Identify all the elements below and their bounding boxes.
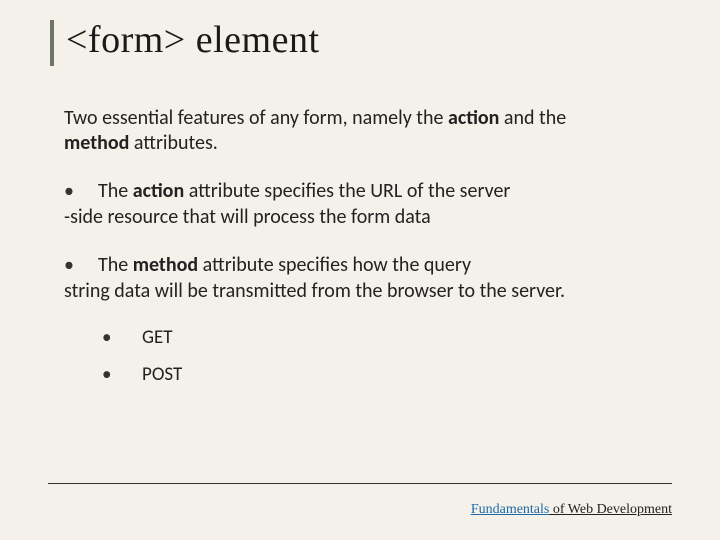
text: string data will be transmitted from the… <box>64 278 604 304</box>
text: The action attribute specifies the URL o… <box>98 178 510 204</box>
sub-item-get: • GET <box>102 326 672 349</box>
title-accent-bar: <form> element <box>64 18 672 62</box>
bold-method: method <box>64 131 129 155</box>
bold-action: action <box>133 179 184 203</box>
text: -side resource that will process the for… <box>64 204 604 230</box>
sub-list: • GET • POST <box>64 326 672 386</box>
footer-text: of Web Development <box>549 502 672 517</box>
bullet-icon: • <box>102 326 142 349</box>
bullet-icon: • <box>64 178 98 204</box>
text: The method attribute specifies how the q… <box>98 252 471 278</box>
slide-title: <form> element <box>66 18 672 62</box>
sub-item-post: • POST <box>102 363 672 386</box>
intro-paragraph: Two essential features of any form, name… <box>64 106 584 156</box>
text: attributes. <box>129 131 218 155</box>
bullet-item-method: • The method attribute specifies how the… <box>64 252 604 304</box>
bullet-item-action: • The action attribute specifies the URL… <box>64 178 604 230</box>
bullet-icon: • <box>64 252 98 278</box>
footer-brand: Fundamentals <box>471 502 550 517</box>
text: Two essential features of any form, name… <box>64 106 448 130</box>
text: attribute specifies how the query <box>198 253 471 277</box>
bold-action: action <box>448 106 499 130</box>
sub-item-label: POST <box>142 363 182 386</box>
divider <box>48 483 672 484</box>
text: and the <box>499 106 566 130</box>
bold-method: method <box>133 253 198 277</box>
footer: Fundamentals of Web Development <box>471 502 672 518</box>
sub-item-label: GET <box>142 326 173 349</box>
text: The <box>98 253 133 277</box>
bullet-icon: • <box>102 363 142 386</box>
text: attribute specifies the URL of the serve… <box>184 179 510 203</box>
text: The <box>98 179 133 203</box>
slide: <form> element Two essential features of… <box>0 0 720 540</box>
